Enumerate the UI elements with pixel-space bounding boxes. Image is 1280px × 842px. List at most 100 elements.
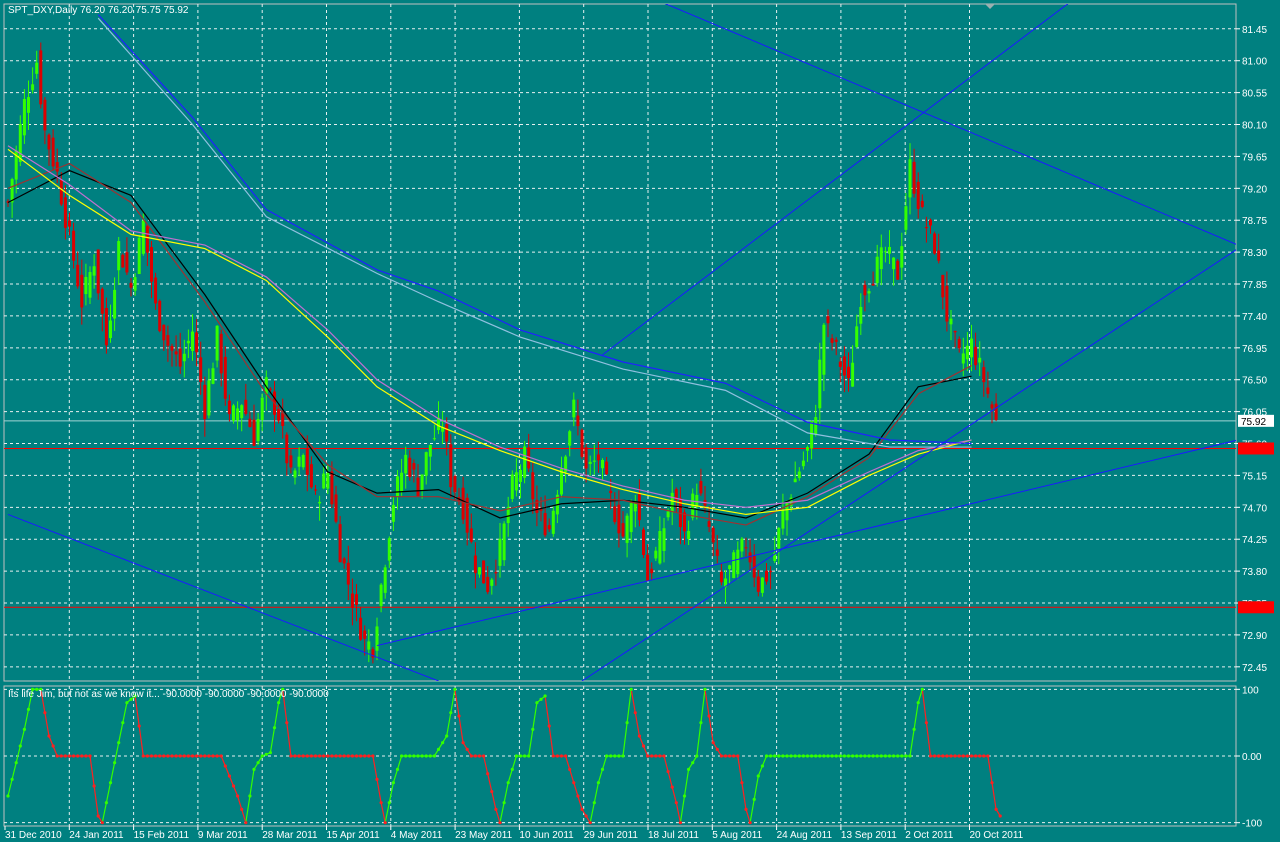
price-bar: [769, 571, 773, 573]
indicator-point: [301, 754, 305, 758]
indicator-point: [961, 754, 965, 758]
indicator-point: [941, 754, 945, 758]
y-tick-label: 81.00: [1242, 57, 1267, 68]
indicator-point: [605, 754, 609, 758]
price-bar: [277, 408, 281, 421]
indicator-point: [162, 754, 166, 758]
price-bar: [871, 283, 875, 286]
indicator-point: [678, 821, 683, 825]
price-bar: [736, 549, 740, 575]
indicator-point: [346, 754, 350, 758]
indicator-point: [596, 781, 601, 785]
indicator-point: [322, 754, 326, 758]
indicator-point: [211, 754, 215, 758]
price-bar: [248, 418, 252, 427]
chart-canvas[interactable]: 81.45 81.00 80.55 80.10 79.65 79.20 78.75 78.30…: [0, 0, 1280, 842]
indicator-point: [580, 807, 584, 811]
price-bar: [490, 579, 494, 586]
price-bar: [929, 219, 932, 226]
indicator-point: [408, 754, 412, 758]
price-bar: [892, 257, 896, 270]
indicator-point: [949, 754, 953, 758]
indicator-point: [170, 754, 174, 758]
price-bar: [920, 200, 924, 208]
price-bar: [72, 230, 76, 261]
indicator-point: [412, 754, 416, 758]
x-tick-label: 15 Apr 2011: [327, 830, 381, 841]
indicator-point: [838, 754, 842, 758]
indicator-point: [145, 754, 149, 758]
price-bar: [838, 361, 842, 367]
price-bar: [498, 538, 502, 566]
x-tick-label: 31 Dec 2010: [5, 830, 62, 841]
indicator-point: [670, 785, 674, 789]
indicator-point: [88, 754, 92, 758]
indicator-point: [703, 687, 707, 691]
price-bar: [346, 562, 350, 585]
price-bar: [186, 340, 190, 344]
price-bar: [84, 276, 88, 295]
price-bar: [847, 366, 850, 379]
price-bar: [449, 444, 453, 488]
indicator-point: [666, 769, 670, 774]
price-bar: [605, 461, 609, 475]
indicator-point: [687, 767, 691, 771]
indicator-point: [367, 754, 371, 758]
price-bar: [76, 264, 80, 287]
price-bar: [412, 463, 416, 470]
indicator-point: [793, 754, 797, 758]
x-tick-label: 24 Aug 2011: [777, 830, 833, 841]
price-bar: [728, 565, 732, 570]
price-bar: [334, 494, 338, 522]
indicator-point: [47, 734, 51, 738]
price-bar: [305, 448, 309, 475]
indicator-point: [957, 754, 961, 758]
price-bar: [801, 460, 805, 467]
price-bar: [191, 331, 194, 351]
price-bar: [150, 247, 153, 282]
indicator-point: [465, 747, 469, 751]
indicator-point: [482, 754, 486, 758]
y-tick-label: 76.95: [1242, 344, 1267, 355]
indicator-point: [186, 754, 190, 758]
price-bar: [601, 459, 604, 469]
indicator-point: [851, 754, 855, 758]
price-bar: [514, 472, 518, 491]
price-bar: [584, 447, 588, 469]
price-bar: [760, 577, 764, 593]
indicator-point: [18, 744, 22, 748]
indicator-point: [662, 754, 666, 758]
price-bar: [297, 456, 301, 467]
price-bar: [473, 555, 477, 574]
price-bar: [420, 474, 424, 491]
price-bar: [350, 593, 354, 608]
indicator-point: [158, 754, 162, 758]
indicator-point: [236, 794, 240, 798]
price-bar: [478, 567, 481, 575]
price-bar: [576, 415, 580, 427]
indicator-point: [744, 807, 748, 811]
indicator-point: [125, 701, 129, 705]
price-bar: [654, 550, 658, 559]
price-bar: [428, 444, 432, 457]
indicator-point: [26, 707, 31, 711]
price-bar: [740, 538, 744, 552]
indicator-point: [588, 821, 592, 825]
price-bar: [309, 464, 313, 488]
indicator-point: [240, 807, 244, 811]
price-bar: [580, 429, 584, 457]
indicator-title: Its life Jim, but not as we know it... -…: [8, 689, 329, 700]
price-bar: [982, 367, 986, 383]
price-bar: [551, 510, 555, 534]
indicator-point: [928, 754, 933, 758]
x-tick-label: 10 Jun 2011: [519, 830, 574, 841]
indicator-point: [22, 727, 26, 731]
indicator-y-axis: 100 0.00 -100: [1236, 685, 1262, 830]
price-labels: 75.92 75.53 73.29: [1238, 414, 1274, 614]
indicator-point: [149, 754, 154, 758]
price-bar: [818, 359, 822, 409]
price-bar: [256, 418, 260, 442]
indicator-point: [51, 744, 55, 748]
indicator-point: [691, 761, 695, 765]
price-bar: [523, 446, 527, 478]
